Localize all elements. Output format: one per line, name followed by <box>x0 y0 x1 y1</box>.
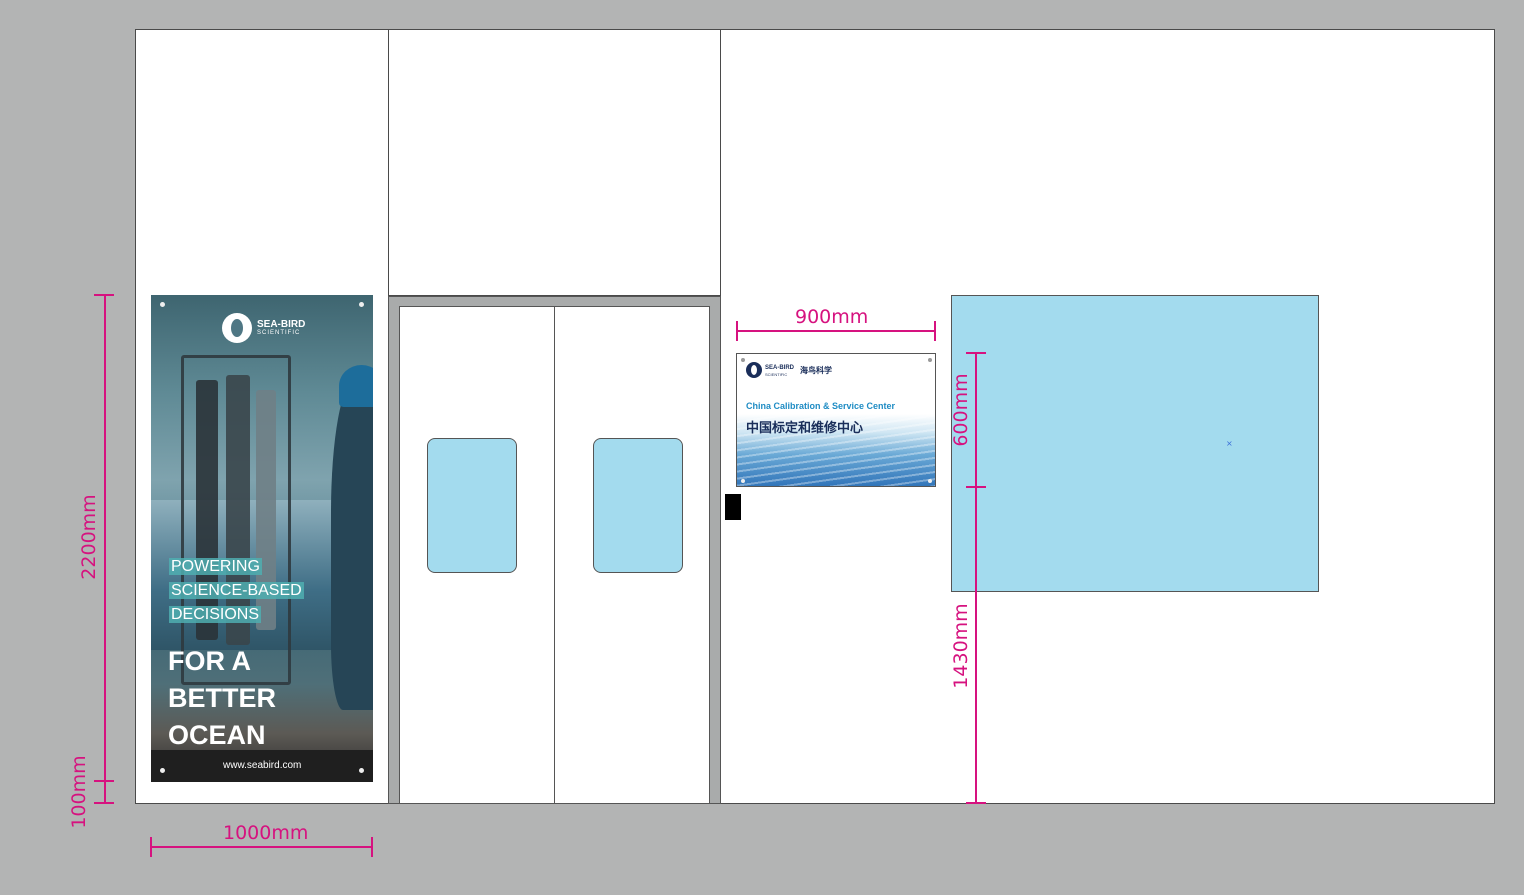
banner-poster: SEA-BIRD SCIENTIFIC POWERING SCIENCE-BAS… <box>151 295 373 782</box>
dimension-tick <box>736 321 738 341</box>
dimension-label-banner-width: 1000mm <box>223 822 309 844</box>
screw-icon <box>160 768 165 773</box>
dimension-line-plaque-width <box>736 330 936 332</box>
scientist-figure <box>331 380 373 710</box>
service-center-plaque: SEA-BIRD SCIENTIFIC 海鸟科学 China Calibrati… <box>736 353 936 487</box>
dimension-line-banner-height <box>104 295 106 782</box>
dimension-tick <box>966 802 986 804</box>
banner-logo-name: SEA-BIRD <box>257 319 306 330</box>
banner-headline-line-1: FOR A <box>168 646 251 676</box>
dimension-line-banner-offset <box>104 782 106 804</box>
dimension-tick <box>94 294 114 296</box>
dimension-line-banner-width <box>151 846 373 848</box>
plaque-logo-name: SEA-BIRD <box>765 365 795 371</box>
screw-icon <box>928 479 932 483</box>
screw-icon <box>928 358 932 362</box>
plaque-logo-sub: SCIENTIFIC <box>765 372 788 377</box>
screw-icon <box>359 302 364 307</box>
dimension-label-banner-offset: 100mm <box>68 755 90 829</box>
door-window-right <box>593 438 683 573</box>
banner-url: www.seabird.com <box>223 760 302 771</box>
dimension-tick <box>150 837 152 857</box>
dimension-label-plaque-offset: 1430mm <box>950 603 972 689</box>
display-screen <box>951 295 1319 592</box>
screw-icon <box>359 768 364 773</box>
plaque-logo-icon <box>746 362 762 378</box>
sea-bird-logo-icon <box>222 313 252 343</box>
scientist-helmet <box>339 365 373 407</box>
banner-logo-sub: SCIENTIFIC <box>257 330 301 336</box>
dimension-line-plaque-height <box>975 353 977 804</box>
dimension-tick <box>966 486 986 488</box>
plaque-brand-cn: 海鸟科学 <box>800 366 832 375</box>
center-mark-icon: × <box>1226 439 1233 448</box>
screw-icon <box>160 302 165 307</box>
dimension-label-plaque-height: 600mm <box>950 373 972 447</box>
dimension-tick <box>966 352 986 354</box>
dimension-label-plaque-width: 900mm <box>795 306 869 328</box>
dimension-label-banner-height: 2200mm <box>78 494 100 580</box>
banner-headline-line-3: OCEAN <box>168 720 266 750</box>
banner-slogan-line-1: POWERING <box>169 558 262 575</box>
screw-icon <box>741 479 745 483</box>
banner-slogan-line-3: DECISIONS <box>169 606 262 623</box>
dimension-tick <box>934 321 936 341</box>
banner-slogan-line-2: SCIENCE-BASED <box>169 582 304 599</box>
screw-icon <box>741 358 745 362</box>
dimension-tick <box>371 837 373 857</box>
light-switch <box>725 494 741 520</box>
plaque-title-en: China Calibration & Service Center <box>746 401 896 411</box>
dimension-tick <box>94 802 114 804</box>
banner-headline-line-2: BETTER <box>168 683 276 713</box>
plaque-title-cn: 中国标定和维修中心 <box>746 421 864 436</box>
door-window-left <box>427 438 517 573</box>
